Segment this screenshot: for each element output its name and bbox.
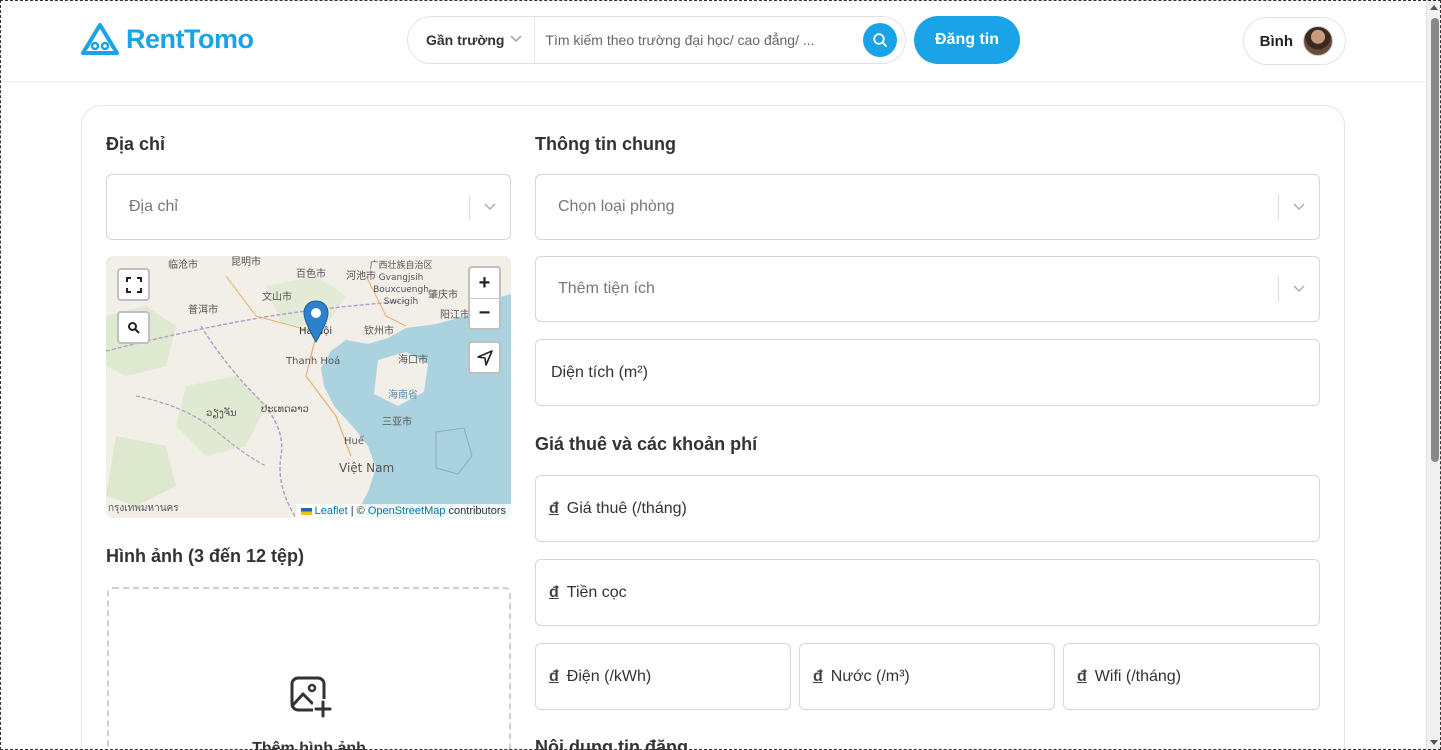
map-label: 钦州市 bbox=[364, 326, 394, 337]
map-label: 临沧市 bbox=[168, 260, 198, 271]
add-image-label: Thêm hình ảnh bbox=[252, 740, 366, 750]
amenities-placeholder: Thêm tiện ích bbox=[558, 280, 655, 297]
area-input[interactable]: Diện tích (m²) bbox=[535, 339, 1320, 406]
currency-icon: đ bbox=[549, 667, 559, 685]
scroll-up-arrow-icon[interactable] bbox=[1430, 5, 1438, 10]
map-label: 昆明市 bbox=[231, 257, 261, 268]
currency-icon: đ bbox=[813, 667, 823, 685]
rent-price-input[interactable]: đ Giá thuê (/tháng) bbox=[535, 475, 1320, 542]
brand-logo[interactable]: RentTomo bbox=[80, 22, 254, 56]
user-name: Bình bbox=[1259, 32, 1293, 50]
osm-link[interactable]: OpenStreetMap bbox=[368, 505, 446, 517]
map-label: ວຽງຈັນ bbox=[206, 408, 237, 419]
attribution-separator: | © bbox=[347, 505, 368, 517]
address-select[interactable]: Địa chỉ bbox=[106, 174, 511, 240]
zoom-control: + − bbox=[468, 266, 501, 330]
search-bar: Gần trường bbox=[407, 16, 906, 64]
search-icon bbox=[873, 33, 887, 47]
content-title: Nội dung tin đăng bbox=[535, 737, 688, 750]
images-title: Hình ảnh (3 đến 12 tệp) bbox=[106, 546, 305, 566]
attribution-suffix: contributors bbox=[445, 505, 506, 517]
leaflet-link[interactable]: Leaflet bbox=[315, 505, 348, 517]
ukraine-flag-icon bbox=[300, 507, 312, 515]
water-input[interactable]: đ Nước (/m³) bbox=[799, 643, 1055, 710]
map-label: กรุงเทพมหานคร bbox=[108, 503, 179, 514]
chevron-down-icon bbox=[1279, 282, 1319, 296]
scroll-down-arrow-icon[interactable] bbox=[1430, 740, 1438, 745]
map-search-button[interactable] bbox=[117, 311, 150, 344]
currency-icon: đ bbox=[549, 499, 559, 517]
chevron-down-icon bbox=[1279, 200, 1319, 214]
map-label: 广西壮族自治区 Gvangjsih Bouxcuengh Swcigih bbox=[369, 261, 433, 307]
logo-icon bbox=[81, 23, 119, 55]
scroll-thumb[interactable] bbox=[1431, 18, 1439, 462]
wifi-placeholder: Wifi (/tháng) bbox=[1094, 667, 1182, 685]
map-label: Việt Nam bbox=[339, 461, 395, 475]
image-upload-dropzone[interactable]: Thêm hình ảnh bbox=[107, 587, 511, 750]
zoom-out-button[interactable]: − bbox=[470, 298, 499, 328]
map-label: 三亚市 bbox=[382, 417, 412, 428]
search-input[interactable] bbox=[535, 17, 863, 63]
chevron-down-icon bbox=[470, 200, 510, 214]
map-label: 海南省 bbox=[388, 390, 418, 401]
navigation-arrow-icon bbox=[476, 349, 493, 366]
map-label: 普洱市 bbox=[188, 305, 218, 316]
chevron-down-icon bbox=[510, 34, 522, 46]
address-select-placeholder: Địa chỉ bbox=[129, 198, 178, 215]
address-title: Địa chỉ bbox=[106, 134, 166, 154]
fullscreen-button[interactable] bbox=[117, 268, 150, 301]
search-button[interactable] bbox=[863, 23, 897, 57]
avatar bbox=[1303, 26, 1333, 56]
electricity-placeholder: Điện (/kWh) bbox=[566, 667, 652, 685]
area-placeholder: Diện tích (m²) bbox=[551, 363, 648, 381]
locate-me-button[interactable] bbox=[468, 341, 501, 374]
deposit-placeholder: Tiền cọc bbox=[566, 583, 627, 601]
map-label: 海口市 bbox=[398, 355, 428, 366]
brand-name: RentTomo bbox=[126, 23, 254, 54]
map-label: ປະເທດລາວ bbox=[261, 404, 309, 415]
map-label: Huế bbox=[344, 436, 365, 447]
location-marker-icon[interactable] bbox=[303, 300, 329, 349]
page-scrollbar[interactable] bbox=[1426, 0, 1441, 750]
search-icon bbox=[127, 321, 140, 334]
zoom-in-button[interactable]: + bbox=[470, 268, 499, 298]
search-filter-dropdown[interactable]: Gần trường bbox=[408, 17, 536, 63]
search-filter-label: Gần trường bbox=[426, 32, 505, 48]
amenities-select[interactable]: Thêm tiện ích bbox=[535, 256, 1320, 322]
deposit-input[interactable]: đ Tiền cọc bbox=[535, 559, 1320, 626]
rent-price-placeholder: Giá thuê (/tháng) bbox=[566, 499, 687, 517]
post-listing-button[interactable]: Đăng tin bbox=[914, 16, 1020, 64]
map-label: 百色市 bbox=[296, 269, 326, 280]
room-type-select[interactable]: Chọn loại phòng bbox=[535, 174, 1320, 240]
map-label: 文山市 bbox=[262, 292, 292, 303]
electricity-input[interactable]: đ Điện (/kWh) bbox=[535, 643, 791, 710]
map-label: 肇庆市 bbox=[428, 290, 458, 301]
water-placeholder: Nước (/m³) bbox=[830, 667, 910, 685]
wifi-input[interactable]: đ Wifi (/tháng) bbox=[1063, 643, 1320, 710]
fullscreen-icon bbox=[125, 276, 142, 293]
user-menu[interactable]: Bình bbox=[1243, 17, 1346, 65]
fees-title: Giá thuê và các khoản phí bbox=[535, 434, 758, 454]
top-header: RentTomo Gần trường Đăng tin Bình bbox=[0, 0, 1426, 82]
add-image-icon bbox=[289, 675, 333, 724]
room-type-placeholder: Chọn loại phòng bbox=[558, 198, 675, 215]
map-label: Thanh Hoá bbox=[286, 356, 341, 367]
map-label: 阳江市 bbox=[440, 310, 470, 321]
location-map[interactable]: 临沧市 昆明市 百色市 河池市 广西壮族自治区 Gvangjsih Bouxcu… bbox=[106, 256, 511, 518]
currency-icon: đ bbox=[549, 583, 559, 601]
map-attribution: Leaflet | © OpenStreetMap contributors bbox=[295, 504, 511, 518]
currency-icon: đ bbox=[1077, 667, 1087, 685]
general-info-title: Thông tin chung bbox=[535, 134, 676, 154]
